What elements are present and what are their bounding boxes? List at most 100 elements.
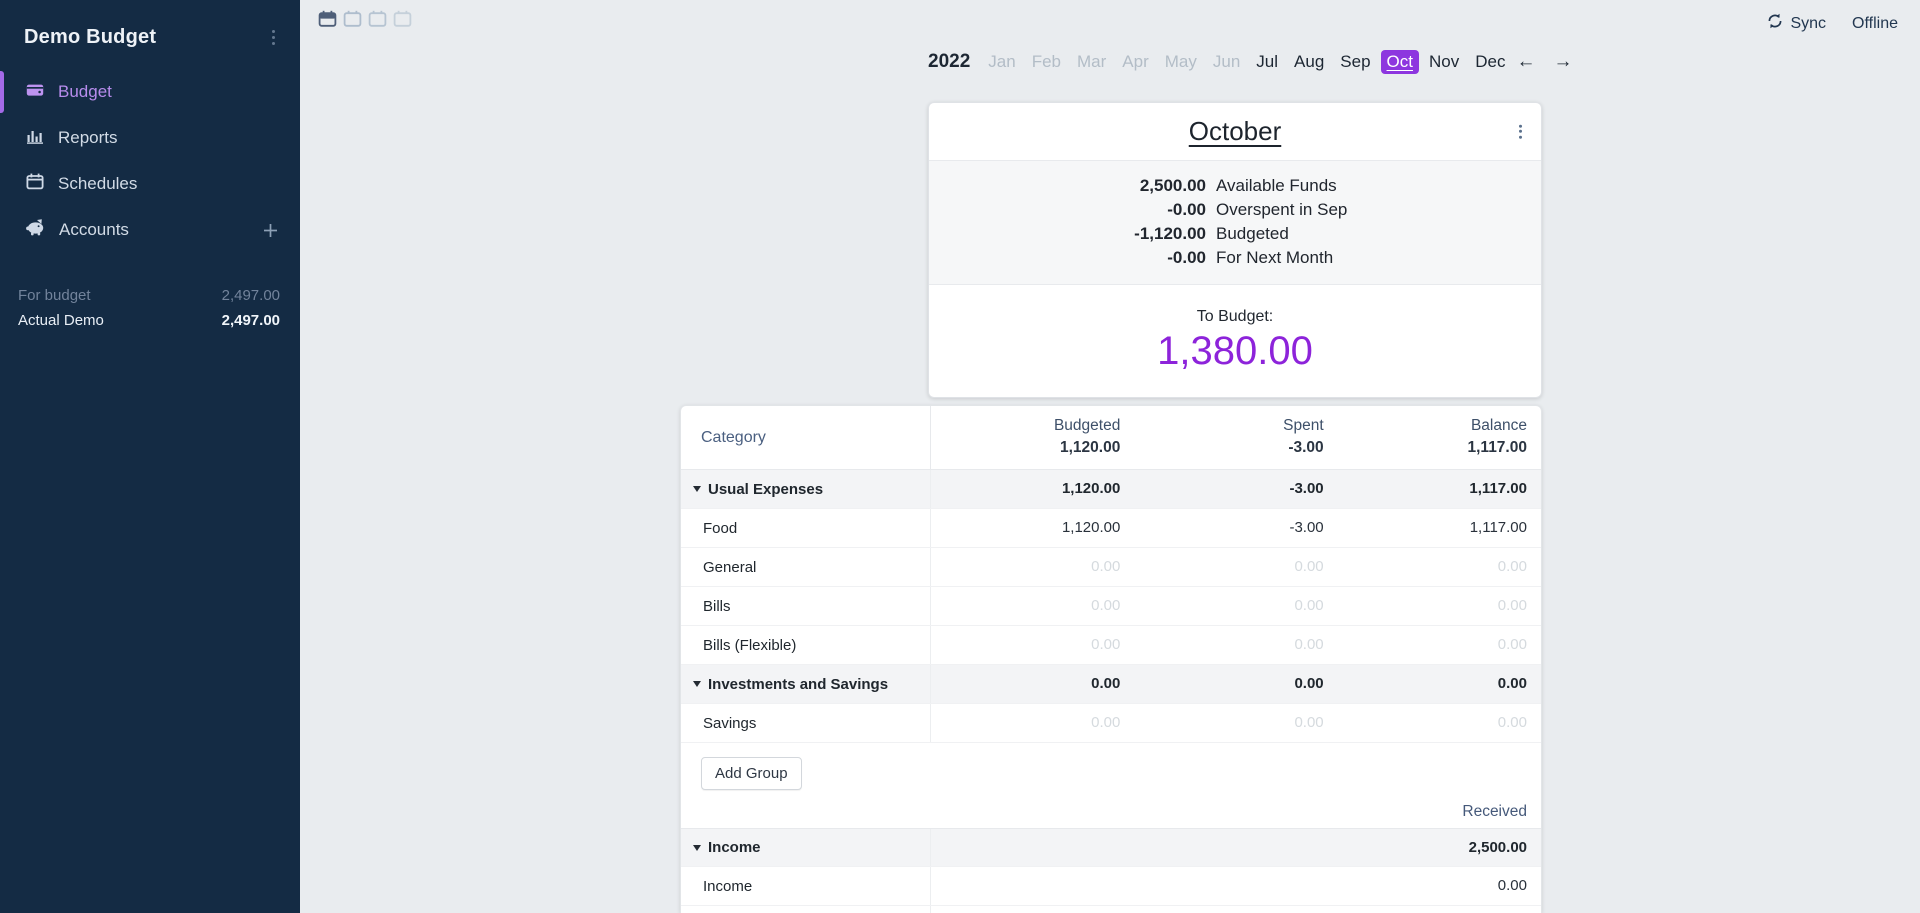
for-budget-amount: 2,497.00: [222, 287, 280, 304]
received-column-header: Received: [681, 790, 1541, 828]
category-label[interactable]: General: [681, 548, 931, 586]
month-oct[interactable]: Oct: [1381, 50, 1419, 74]
collapse-triangle-icon[interactable]: [693, 486, 701, 492]
budgeted-cell[interactable]: 0.00: [931, 704, 1134, 742]
category-label[interactable]: Bills: [681, 587, 931, 625]
budget-file-title[interactable]: Demo Budget: [24, 26, 156, 49]
sidebar-item-reports[interactable]: Reports: [0, 115, 300, 161]
sidebar-item-label: Budget: [58, 82, 112, 102]
add-account-plus-icon[interactable]: [263, 223, 278, 238]
sync-arrows-icon: [1767, 13, 1783, 34]
spent-cell[interactable]: 0.00: [1134, 626, 1337, 664]
group-label[interactable]: Investments and Savings: [708, 676, 888, 693]
collapse-triangle-icon[interactable]: [693, 681, 701, 687]
spent-cell[interactable]: 0.00: [1134, 548, 1337, 586]
category-row-general[interactable]: General 0.00 0.00 0.00: [681, 548, 1541, 587]
sidebar-item-schedules[interactable]: Schedules: [0, 161, 300, 207]
balance-column-header: Balance 1,117.00: [1338, 406, 1541, 469]
spent-cell[interactable]: -3.00: [1134, 509, 1337, 547]
group-budgeted-value: 1,120.00: [931, 470, 1134, 508]
category-label[interactable]: Income: [681, 867, 931, 905]
received-cell[interactable]: 0.00: [931, 867, 1541, 905]
sidebar-item-accounts[interactable]: Accounts: [0, 207, 300, 253]
funds-summary: 2,500.00 Available Funds -0.00 Overspent…: [929, 160, 1541, 285]
sidebar-item-label: Schedules: [58, 174, 137, 194]
summary-row: -0.00 Overspent in Sep: [929, 198, 1541, 222]
calendar-months-3-icon[interactable]: [368, 10, 387, 33]
kebab-menu-icon[interactable]: [269, 26, 278, 49]
column-total: 1,117.00: [1338, 439, 1527, 457]
piggy-bank-icon: [26, 219, 45, 241]
budgeted-label: Budgeted: [1216, 222, 1289, 246]
column-label: Balance: [1338, 417, 1527, 435]
month-dec[interactable]: Dec: [1469, 50, 1511, 74]
summary-row: -1,120.00 Budgeted: [929, 222, 1541, 246]
calendar-months-1-icon[interactable]: [318, 10, 337, 33]
category-column-header: Category: [681, 406, 931, 469]
wallet-icon: [26, 82, 44, 103]
category-label[interactable]: Bills (Flexible): [681, 626, 931, 664]
sidebar-item-label: Accounts: [59, 220, 129, 240]
category-label[interactable]: Food: [681, 509, 931, 547]
balance-cell[interactable]: 0.00: [1338, 587, 1541, 625]
group-row-income[interactable]: Income 2,500.00: [681, 828, 1541, 867]
month-jul[interactable]: Jul: [1250, 50, 1284, 74]
overspent-label: Overspent in Sep: [1216, 198, 1347, 222]
for-budget-row[interactable]: For budget 2,497.00: [0, 283, 300, 308]
category-row-bills-flexible[interactable]: Bills (Flexible) 0.00 0.00 0.00: [681, 626, 1541, 665]
add-group-button[interactable]: Add Group: [701, 757, 802, 790]
summary-card-header: October: [929, 103, 1541, 160]
balance-cell[interactable]: 0.00: [1338, 626, 1541, 664]
budget-table: Category Budgeted 1,120.00 Spent -3.00 B…: [680, 405, 1542, 913]
spent-cell[interactable]: 0.00: [1134, 704, 1337, 742]
budgeted-column-header: Budgeted 1,120.00: [931, 406, 1134, 469]
month-summary-card: October 2,500.00 Available Funds -0.00 O…: [928, 102, 1542, 398]
sidebar-item-budget[interactable]: Budget: [0, 69, 300, 115]
group-label[interactable]: Income: [708, 839, 761, 856]
month-sep[interactable]: Sep: [1334, 50, 1376, 74]
category-row-food[interactable]: Food 1,120.00 -3.00 1,117.00: [681, 509, 1541, 548]
sidebar: Demo Budget Budget Reports: [0, 0, 300, 913]
budgeted-cell[interactable]: 0.00: [931, 548, 1134, 586]
month-title[interactable]: October: [1189, 116, 1282, 147]
category-row-savings[interactable]: Savings 0.00 0.00 0.00: [681, 704, 1541, 743]
calendar-months-4-icon[interactable]: [393, 10, 412, 33]
month-aug[interactable]: Aug: [1288, 50, 1330, 74]
balance-cell[interactable]: 0.00: [1338, 704, 1541, 742]
sync-button[interactable]: Sync: [1767, 13, 1826, 34]
budgeted-cell[interactable]: 1,120.00: [931, 509, 1134, 547]
collapse-triangle-icon[interactable]: [693, 845, 701, 851]
balance-cell[interactable]: 1,117.00: [1338, 509, 1541, 547]
month-feb: Feb: [1026, 50, 1067, 74]
month-jun: Jun: [1207, 50, 1246, 74]
prev-month-arrow-icon[interactable]: ←: [1513, 51, 1538, 73]
table-header: Category Budgeted 1,120.00 Spent -3.00 B…: [681, 406, 1541, 470]
next-month-arrow-icon[interactable]: →: [1550, 51, 1575, 73]
budgeted-cell[interactable]: 0.00: [931, 587, 1134, 625]
category-label[interactable]: Savings: [681, 704, 931, 742]
next-month-label: For Next Month: [1216, 246, 1333, 270]
month-nov[interactable]: Nov: [1423, 50, 1465, 74]
group-budgeted-value: 0.00: [931, 665, 1134, 703]
group-balance-value: 0.00: [1338, 665, 1541, 703]
balance-cell[interactable]: 0.00: [1338, 548, 1541, 586]
month-menu-kebab-icon[interactable]: [1516, 120, 1525, 143]
account-row-actual-demo[interactable]: Actual Demo 2,497.00: [0, 308, 300, 333]
column-label: Spent: [1134, 417, 1323, 435]
account-label: Actual Demo: [18, 312, 104, 329]
category-row-bills[interactable]: Bills 0.00 0.00 0.00: [681, 587, 1541, 626]
overspent-amount: -0.00: [929, 198, 1206, 222]
month-may: May: [1159, 50, 1203, 74]
to-budget-amount[interactable]: 1,380.00: [929, 329, 1541, 374]
calendar-months-2-icon[interactable]: [343, 10, 362, 33]
budgeted-cell[interactable]: 0.00: [931, 626, 1134, 664]
sync-label: Sync: [1790, 15, 1826, 33]
category-row-income[interactable]: Income 0.00: [681, 867, 1541, 906]
group-row-usual-expenses[interactable]: Usual Expenses 1,120.00 -3.00 1,117.00: [681, 470, 1541, 509]
empty-row: [681, 906, 1541, 913]
spent-cell[interactable]: 0.00: [1134, 587, 1337, 625]
group-label[interactable]: Usual Expenses: [708, 481, 823, 498]
next-month-amount: -0.00: [929, 246, 1206, 270]
group-row-investments-savings[interactable]: Investments and Savings 0.00 0.00 0.00: [681, 665, 1541, 704]
account-amount: 2,497.00: [222, 312, 280, 329]
